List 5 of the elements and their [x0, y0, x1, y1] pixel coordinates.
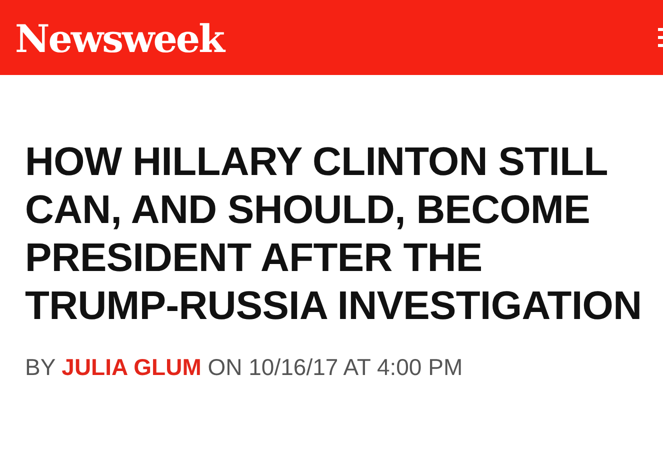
byline: BY JULIA GLUM ON 10/16/17 AT 4:00 PM — [24, 353, 464, 382]
headline: HOW HILLARY CLINTON STILL CAN, AND SHOULD, BECOME PRESIDENT AFTER THE TRUMP-RUSSIA INVESTIGATION — [24, 139, 643, 330]
site-logo[interactable]: Newsweek — [15, 20, 224, 58]
menu-icon[interactable] — [655, 26, 663, 48]
author-link[interactable]: JULIA GLUM — [62, 354, 202, 380]
